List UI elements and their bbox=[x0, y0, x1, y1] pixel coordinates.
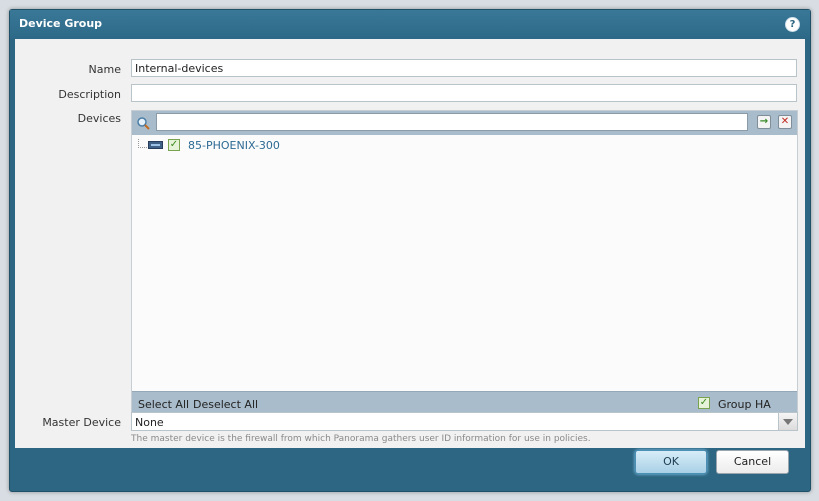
devices-label: Devices bbox=[77, 112, 121, 125]
master-device-hint: The master device is the firewall from w… bbox=[131, 434, 591, 444]
dialog-title: Device Group bbox=[19, 17, 103, 30]
group-ha-peers-checkbox[interactable]: ✓ bbox=[698, 397, 710, 409]
devices-toolbar: → ✕ bbox=[132, 111, 797, 135]
master-device-select[interactable]: None bbox=[131, 412, 798, 431]
search-icon bbox=[137, 117, 150, 130]
devices-panel: → ✕ ✓ 85-PHOENIX-300 Select All Deselect… bbox=[131, 110, 798, 424]
device-name[interactable]: 85-PHOENIX-300 bbox=[188, 139, 280, 152]
help-icon[interactable]: ? bbox=[785, 17, 800, 32]
cancel-button[interactable]: Cancel bbox=[716, 450, 789, 474]
apply-filter-button[interactable]: → bbox=[757, 115, 771, 129]
devices-search-input[interactable] bbox=[156, 113, 748, 131]
chevron-down-icon[interactable] bbox=[778, 413, 797, 430]
clear-filter-button[interactable]: ✕ bbox=[778, 115, 792, 129]
description-input[interactable] bbox=[131, 84, 797, 102]
description-label: Description bbox=[58, 88, 121, 101]
name-label: Name bbox=[88, 63, 121, 76]
tree-connector bbox=[138, 139, 147, 148]
dialog-titlebar[interactable]: Device Group ? bbox=[10, 10, 810, 39]
select-all-button[interactable]: Select All bbox=[138, 398, 189, 411]
name-input[interactable] bbox=[131, 59, 797, 77]
device-group-dialog: Device Group ? Name Description Devices … bbox=[9, 9, 811, 492]
firewall-device-icon bbox=[148, 141, 163, 149]
dialog-body: Name Description Devices → ✕ ✓ 85-PHOENI… bbox=[15, 39, 805, 448]
ok-button[interactable]: OK bbox=[635, 450, 707, 474]
device-checkbox[interactable]: ✓ bbox=[168, 139, 180, 151]
deselect-all-button[interactable]: Deselect All bbox=[193, 398, 258, 411]
master-device-label: Master Device bbox=[42, 416, 121, 429]
master-device-value: None bbox=[135, 416, 164, 429]
